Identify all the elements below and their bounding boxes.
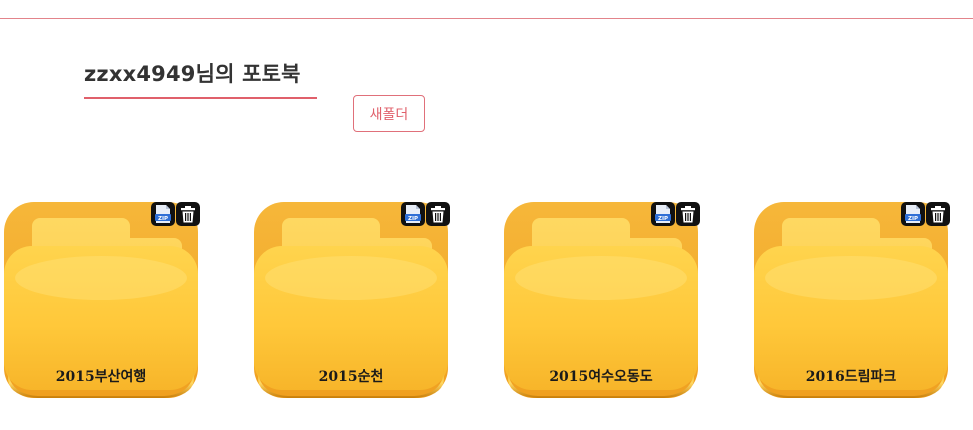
folder-label: 2015여수오동도 — [549, 369, 653, 385]
trash-icon[interactable] — [176, 202, 200, 226]
trash-icon[interactable] — [426, 202, 450, 226]
svg-text:ZIP: ZIP — [908, 216, 918, 222]
zip-download-icon[interactable]: ZIP — [901, 202, 925, 226]
title-underline — [84, 97, 317, 99]
trash-icon[interactable] — [926, 202, 950, 226]
svg-text:ZIP: ZIP — [408, 216, 418, 222]
top-divider — [0, 18, 973, 19]
folder-label: 2015순천 — [318, 369, 384, 385]
new-folder-button[interactable]: 새폴더 — [353, 95, 425, 132]
svg-text:ZIP: ZIP — [158, 216, 168, 222]
folder-item[interactable]: ZIP 2015여수오동도 — [502, 200, 700, 400]
zip-download-icon[interactable]: ZIP — [151, 202, 175, 226]
folder-label: 2016드림파크 — [805, 369, 897, 385]
folder-item[interactable]: ZIP 2016드림파크 — [752, 200, 950, 400]
folder-item[interactable]: ZIP 2015순천 — [252, 200, 450, 400]
svg-text:ZIP: ZIP — [658, 216, 668, 222]
folder-item[interactable]: ZIP 2015부산여행 — [2, 200, 200, 400]
zip-download-icon[interactable]: ZIP — [401, 202, 425, 226]
folder-label: 2015부산여행 — [55, 369, 147, 385]
trash-icon[interactable] — [676, 202, 700, 226]
zip-download-icon[interactable]: ZIP — [651, 202, 675, 226]
page-title: zzxx4949님의 포토북 — [84, 62, 301, 86]
